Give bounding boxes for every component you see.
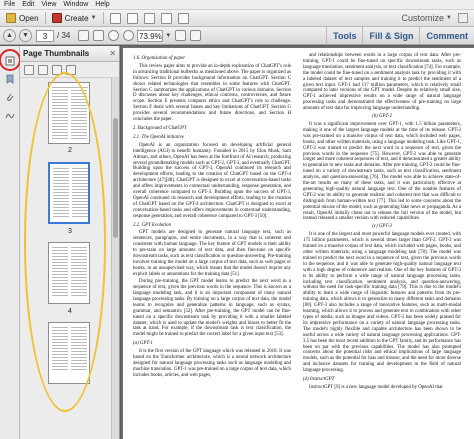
open-label: Open bbox=[19, 13, 39, 23]
menu-file[interactable]: File bbox=[4, 1, 15, 8]
customize-button[interactable]: Customize bbox=[401, 13, 444, 23]
email-icon[interactable] bbox=[143, 12, 155, 24]
zoom-level-input[interactable]: 73.9% bbox=[137, 29, 164, 42]
acrobat-window: File Edit View Window Help Open Create ▼… bbox=[0, 0, 474, 439]
chevron-down-icon[interactable]: ▼ bbox=[165, 33, 171, 39]
zoom-in-icon[interactable] bbox=[123, 30, 135, 41]
paragraph: OpenAI is an organization focused on dev… bbox=[133, 142, 291, 219]
document-page: 1.6. Organization of paper This review p… bbox=[123, 48, 474, 439]
close-icon[interactable]: ✕ bbox=[109, 49, 116, 58]
scrollbar-thumb[interactable] bbox=[113, 118, 118, 238]
thumbnails-title: Page Thumbnails bbox=[23, 49, 90, 58]
page-number-input[interactable]: 3 bbox=[36, 29, 54, 42]
rotate-page-icon[interactable] bbox=[52, 64, 62, 75]
signature-icon[interactable] bbox=[5, 110, 15, 120]
create-label: Create bbox=[64, 13, 89, 23]
menu-view[interactable]: View bbox=[41, 1, 56, 8]
select-tool-icon[interactable] bbox=[78, 30, 90, 41]
paragraph: It was a significant improvement over GP… bbox=[303, 121, 461, 222]
main-toolbar: Open Create ▼ Customize ▼ bbox=[0, 10, 474, 27]
save-icon[interactable] bbox=[109, 12, 121, 24]
zoom-out-icon[interactable] bbox=[108, 30, 120, 41]
share-icon[interactable] bbox=[177, 12, 189, 24]
section-heading: 2. Background of ChatGPT bbox=[133, 125, 187, 131]
previous-page-button[interactable]: ▲ bbox=[3, 29, 16, 42]
page-thumbnail-3[interactable] bbox=[48, 162, 90, 224]
thumbnails-scrollbar[interactable] bbox=[111, 78, 119, 439]
menu-edit[interactable]: Edit bbox=[22, 1, 34, 8]
create-pdf-icon bbox=[51, 13, 62, 23]
insert-page-icon[interactable] bbox=[66, 64, 76, 75]
read-mode-icon[interactable] bbox=[190, 30, 202, 41]
page-thumbnails-panel: Page Thumbnails ✕ 2 3 4 bbox=[20, 46, 120, 439]
page-total: / 34 bbox=[57, 31, 71, 40]
delete-page-icon[interactable] bbox=[38, 64, 48, 75]
left-column: 1.6. Organization of paper This review p… bbox=[133, 53, 291, 380]
menu-help[interactable]: Help bbox=[95, 1, 109, 8]
toolbar-divider bbox=[102, 12, 104, 24]
menu-window[interactable]: Window bbox=[63, 1, 88, 8]
thumbnail-page-number: 4 bbox=[68, 308, 72, 315]
pane-switcher: Tools Fill & Sign Comment bbox=[326, 27, 474, 45]
attachments-icon[interactable] bbox=[5, 92, 15, 102]
chevron-down-icon[interactable]: ▼ bbox=[446, 15, 452, 21]
options-icon[interactable] bbox=[24, 64, 34, 75]
paragraph: It is one of the largest and most powerf… bbox=[303, 232, 461, 374]
page-thumbnail-5[interactable] bbox=[48, 322, 90, 384]
thumbnail-page-number: 3 bbox=[68, 228, 72, 235]
paragraph: It is the first version of the GPT langu… bbox=[133, 349, 291, 378]
page-thumbnail-2[interactable] bbox=[48, 82, 90, 144]
tools-pane-tab[interactable]: Tools bbox=[326, 27, 362, 45]
paragraph: InstructGPT [9] is a new language model … bbox=[309, 384, 443, 390]
navigation-pane-rail bbox=[0, 46, 20, 439]
section-heading: 1.6. Organization of paper bbox=[133, 56, 186, 61]
next-page-button[interactable]: ▼ bbox=[19, 29, 32, 42]
open-button[interactable]: Open bbox=[3, 11, 42, 25]
comment-icon[interactable] bbox=[160, 12, 172, 24]
page-thumbnails-icon[interactable] bbox=[5, 56, 15, 66]
fill-sign-pane-tab[interactable]: Fill & Sign bbox=[362, 27, 419, 45]
section-heading: (a) GPT-1 bbox=[133, 341, 153, 347]
hand-tool-icon[interactable] bbox=[93, 30, 105, 41]
paragraph: During pre-training, the GPT model learn… bbox=[133, 279, 291, 338]
thumbnails-toolbar bbox=[20, 62, 119, 78]
folder-icon bbox=[6, 13, 16, 23]
right-column: and relationships between words in a lar… bbox=[303, 53, 461, 392]
window-control-icon[interactable] bbox=[458, 13, 468, 23]
paragraph: and relationships between words in a lar… bbox=[303, 53, 461, 112]
page-thumbnail-4[interactable] bbox=[48, 242, 90, 304]
section-heading: 2.2. GPT Evolution bbox=[133, 222, 171, 228]
print-icon[interactable] bbox=[126, 12, 138, 24]
section-heading: (b) GPT-2 bbox=[372, 114, 392, 120]
thumbnail-page-number: 2 bbox=[68, 147, 72, 154]
navigation-toolbar: ▲ ▼ 3 / 34 73.9% ▼ Tools Fill & Sign Com… bbox=[0, 27, 474, 45]
section-heading: (c) GPT-3 bbox=[372, 224, 392, 230]
chevron-down-icon: ▼ bbox=[90, 15, 97, 21]
menu-bar: File Edit View Window Help bbox=[0, 0, 474, 10]
comment-pane-tab[interactable]: Comment bbox=[419, 27, 474, 45]
fit-page-icon[interactable] bbox=[175, 30, 187, 41]
document-viewport[interactable]: 1.6. Organization of paper This review p… bbox=[121, 46, 474, 439]
section-heading: 2.1. The OpenAI initiative bbox=[133, 134, 184, 140]
bookmarks-icon[interactable] bbox=[5, 74, 15, 84]
create-button[interactable]: Create ▼ bbox=[49, 11, 100, 25]
paragraph: GPT models are designed to generate natu… bbox=[133, 230, 291, 277]
paragraph: This review paper aims to provide an in-… bbox=[133, 63, 291, 123]
thumbnails-header: Page Thumbnails ✕ bbox=[20, 46, 119, 62]
toolbar-divider bbox=[44, 12, 46, 24]
section-heading: (d) InstructGPT bbox=[303, 377, 335, 383]
